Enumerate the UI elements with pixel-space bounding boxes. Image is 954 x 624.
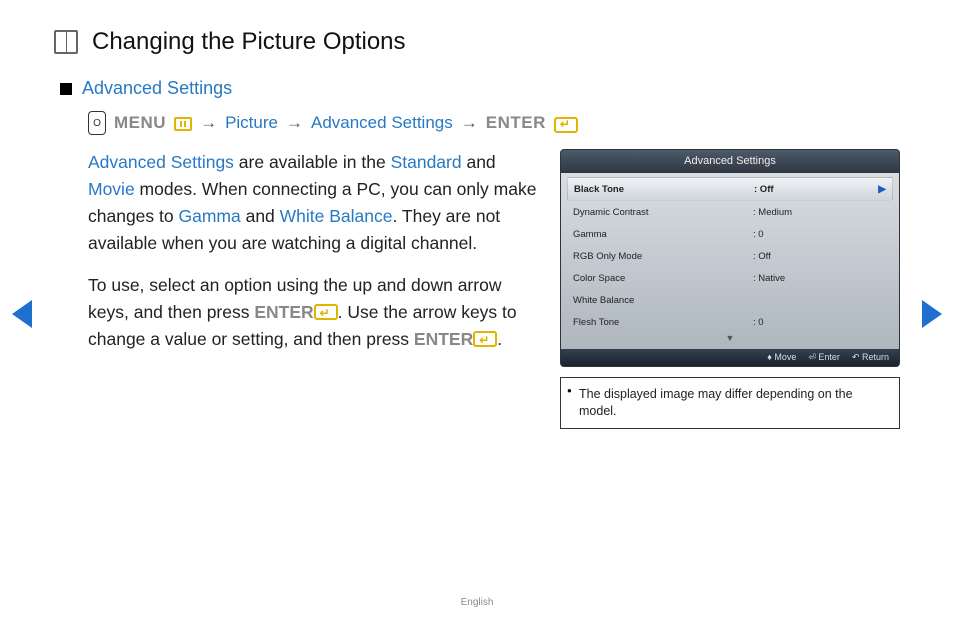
body-text: Advanced Settings are available in the S…	[88, 149, 540, 367]
arrow-sep-icon: →	[286, 113, 303, 133]
enter-chip-icon	[314, 304, 338, 320]
panel-title: Advanced Settings	[561, 150, 899, 173]
row-value: : 0	[753, 229, 813, 240]
term-advanced-settings: Advanced Settings	[88, 152, 234, 172]
row-label: Black Tone	[574, 184, 754, 195]
footer-move: ♦ Move	[767, 352, 796, 363]
term-enter: ENTER	[254, 302, 313, 322]
term-enter: ENTER	[414, 329, 473, 349]
remote-icon: O	[88, 111, 106, 135]
row-label: Dynamic Contrast	[573, 207, 753, 218]
panel-row-color-space[interactable]: Color Space : Native	[567, 267, 893, 289]
panel-body: Black Tone : Off ▶ Dynamic Contrast : Me…	[561, 173, 899, 349]
term-gamma: Gamma	[178, 206, 240, 226]
row-value: : Medium	[753, 207, 813, 218]
page-title: Changing the Picture Options	[92, 28, 406, 56]
path-picture: Picture	[225, 113, 278, 133]
row-label: Gamma	[573, 229, 753, 240]
term-white-balance: White Balance	[280, 206, 393, 226]
panel-row-rgb-only[interactable]: RGB Only Mode : Off	[567, 245, 893, 267]
scroll-down-icon[interactable]: ▼	[567, 333, 893, 347]
settings-panel: Advanced Settings Black Tone : Off ▶ Dyn…	[560, 149, 900, 367]
footer-return: ↶ Return	[852, 352, 889, 363]
book-icon	[54, 30, 78, 54]
footer-language: English	[0, 597, 954, 608]
term-standard: Standard	[391, 152, 462, 172]
prev-page-arrow[interactable]	[12, 300, 32, 328]
panel-row-flesh-tone[interactable]: Flesh Tone : 0	[567, 311, 893, 333]
arrow-sep-icon: →	[200, 113, 217, 133]
row-value: : 0	[753, 317, 813, 328]
enter-label: ENTER	[486, 113, 546, 133]
path-advanced: Advanced Settings	[311, 113, 453, 133]
footer-enter: ⏎ Enter	[808, 352, 840, 363]
panel-row-gamma[interactable]: Gamma : 0	[567, 223, 893, 245]
note-box: The displayed image may differ depending…	[560, 377, 900, 429]
next-page-arrow[interactable]	[922, 300, 942, 328]
menu-chip-icon	[174, 117, 192, 131]
row-value: : Off	[754, 184, 814, 195]
caret-right-icon: ▶	[878, 184, 886, 195]
row-label: RGB Only Mode	[573, 251, 753, 262]
row-label: Flesh Tone	[573, 317, 753, 328]
panel-row-black-tone[interactable]: Black Tone : Off ▶	[567, 177, 893, 201]
row-label: Color Space	[573, 273, 753, 284]
panel-row-dynamic-contrast[interactable]: Dynamic Contrast : Medium	[567, 201, 893, 223]
menu-label: MENU	[114, 113, 166, 133]
row-value: : Off	[753, 251, 813, 262]
panel-row-white-balance[interactable]: White Balance	[567, 289, 893, 311]
panel-footer: ♦ Move ⏎ Enter ↶ Return	[561, 349, 899, 366]
arrow-sep-icon: →	[461, 113, 478, 133]
enter-chip-icon	[554, 117, 578, 133]
navigation-path: O MENU → Picture → Advanced Settings → E…	[88, 111, 900, 135]
square-bullet-icon	[60, 83, 72, 95]
row-label: White Balance	[573, 295, 753, 306]
row-value: : Native	[753, 273, 813, 284]
enter-chip-icon	[473, 331, 497, 347]
section-heading: Advanced Settings	[82, 78, 232, 99]
term-movie: Movie	[88, 179, 135, 199]
